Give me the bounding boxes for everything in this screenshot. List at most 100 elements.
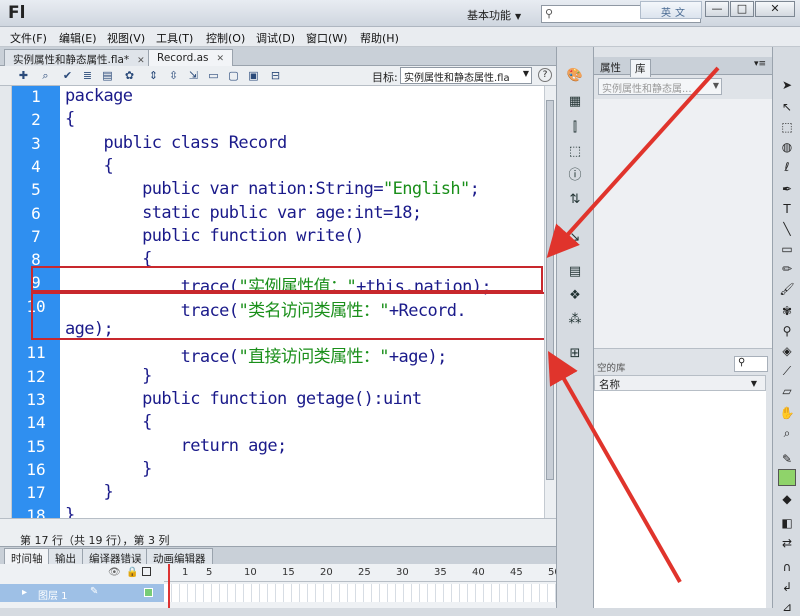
paint-bucket-tool-icon[interactable]: ◈ [778,343,796,360]
line-tool-icon[interactable]: ╲ [778,221,796,238]
code-line: } [65,505,75,518]
collapse-between-braces-icon[interactable]: ⇕ [146,68,161,83]
menu-help[interactable]: 帮助(H) [360,30,399,46]
text-tool-icon[interactable]: T [778,201,796,218]
history-icon[interactable]: ⊞ [566,345,584,363]
line-comment-icon[interactable]: ▢ [226,68,241,83]
tab-motion-editor[interactable]: 动画编辑器 [146,548,213,565]
workspace-switcher[interactable]: 基本功能 ▼ [467,7,521,23]
library-list[interactable] [594,391,766,608]
help-button[interactable]: ? [538,68,552,82]
3d-rotation-tool-icon[interactable]: ◍ [778,139,796,156]
fill-color-icon[interactable]: ◆ [778,491,796,508]
brush-tool-icon[interactable]: 🖌 [778,281,796,298]
menu-control[interactable]: 控制(O) [206,30,245,46]
add-statement-icon[interactable]: ✚ [16,68,31,83]
code-token: trace( [65,347,239,368]
pencil-tool-icon[interactable]: ✏ [778,261,796,278]
swap-colors-icon[interactable]: ⇄ [778,535,796,552]
components-icon[interactable]: ❖ [566,287,584,305]
line-number: 14 [26,413,46,433]
tab-timeline[interactable]: 时间轴 [4,548,50,565]
selection-tool-icon[interactable]: ➤ [778,77,796,94]
block-comment-icon[interactable]: ▭ [206,68,221,83]
menu-bar: 文件(F) 编辑(E) 视图(V) 工具(T) 控制(O) 调试(D) 窗口(W… [0,27,800,47]
smooth-icon[interactable]: ↲ [778,579,796,596]
target-select[interactable]: 实例属性和静态属性.fla ▼ [400,67,532,84]
check-syntax-icon[interactable]: ✔ [60,68,75,83]
component-inspector-icon[interactable]: ⁂ [566,311,584,329]
free-transform-tool-icon[interactable]: ⬚ [778,119,796,136]
scene-icon[interactable]: ⇅ [566,191,584,209]
layer-row[interactable]: ▸ 图层 1 ✎ [0,584,556,602]
code-snippets-icon[interactable]: ▤ [566,263,584,281]
remove-comment-icon[interactable]: ▣ [246,68,261,83]
find-icon[interactable]: ⌕ [38,68,53,83]
outline-icon[interactable] [142,567,151,576]
color-icon[interactable]: 🎨 [566,67,584,85]
menu-view[interactable]: 视图(V) [107,30,145,46]
black-white-icon[interactable]: ◧ [778,515,796,532]
eraser-tool-icon[interactable]: ▱ [778,383,796,400]
maximize-button[interactable]: □ [730,1,754,17]
menu-edit[interactable]: 编辑(E) [59,30,97,46]
tab-record-as[interactable]: Record.as ✕ [148,49,234,66]
line-number: 13 [26,389,46,409]
tab-fla-document[interactable]: 实例属性和静态属性.fla* ✕ [4,49,154,66]
close-icon[interactable]: ✕ [217,54,225,64]
bone-tool-icon[interactable]: ⚲ [778,323,796,340]
hand-tool-icon[interactable]: ✋ [778,405,796,422]
library-name-column[interactable]: 名称 ▼ [594,375,766,391]
tab-output[interactable]: 输出 [48,548,83,565]
code-line: } [65,365,152,386]
rectangle-tool-icon[interactable]: ▭ [778,241,796,258]
library-document-select[interactable]: 实例属性和静态属... ▼ [598,78,722,95]
frames-strip[interactable] [164,584,556,602]
menu-debug[interactable]: 调试(D) [256,30,295,46]
pen-tool-icon[interactable]: ✒ [778,181,796,198]
close-button[interactable]: ✕ [755,1,795,17]
show-toolbox-icon[interactable]: ⊟ [268,68,283,83]
code-line: static public var age:int=18; [65,202,422,223]
layer-name[interactable]: 图层 1 [38,587,68,602]
zoom-tool-icon[interactable]: ⌕ [778,425,796,442]
snap-to-objects-icon[interactable]: ∩ [778,559,796,576]
fill-color-swatch[interactable] [778,469,796,486]
deco-tool-icon[interactable]: ✾ [778,303,796,320]
info-icon[interactable]: ⓘ [566,167,584,185]
align-icon[interactable]: ⫿ [566,119,584,137]
close-icon[interactable]: ✕ [137,56,145,66]
expand-all-icon[interactable]: ⇲ [186,68,201,83]
minimize-button[interactable]: — [705,1,729,17]
stroke-color-icon[interactable]: ✎ [778,451,796,468]
lock-icon[interactable]: 🔒 [126,567,138,578]
line-number: 6 [31,203,41,223]
scrollbar-thumb[interactable] [546,100,554,480]
tab-properties[interactable]: 属性 [596,59,625,76]
eye-icon[interactable]: 👁 [108,567,121,578]
lasso-tool-icon[interactable]: ℓ [778,159,796,176]
transform-icon[interactable]: ⬚ [566,143,584,161]
subselection-tool-icon[interactable]: ↖ [778,99,796,116]
editor-scrollbar[interactable] [544,86,556,518]
playhead[interactable] [168,564,170,608]
code-hint-icon[interactable]: ▤ [100,68,115,83]
library-search-input[interactable]: ⚲ [734,356,768,372]
tab-compiler-errors[interactable]: 编译器错误 [82,548,149,565]
tab-library[interactable]: 库 [630,59,651,77]
motion-presets-icon[interactable]: ↘ [566,229,584,247]
ime-indicator[interactable]: 英文 [640,1,702,19]
panel-menu-icon[interactable]: ▾≡ [754,59,766,69]
code-editor[interactable]: 1 package 2 {3 public class Record 4 {5 publ… [0,86,544,518]
menu-tools[interactable]: 工具(T) [156,30,193,46]
menu-window[interactable]: 窗口(W) [306,30,347,46]
swatches-icon[interactable]: ▦ [566,93,584,111]
debug-options-icon[interactable]: ✿ [122,68,137,83]
line-number: 4 [31,156,41,176]
eyedropper-tool-icon[interactable]: ⟋ [778,363,796,380]
auto-format-icon[interactable]: ≣ [80,68,95,83]
menu-file[interactable]: 文件(F) [10,30,47,46]
line-number: 7 [31,226,41,246]
collapse-selection-icon[interactable]: ⇳ [166,68,181,83]
frame-ruler[interactable]: 1510152025303540455055 [164,564,599,582]
